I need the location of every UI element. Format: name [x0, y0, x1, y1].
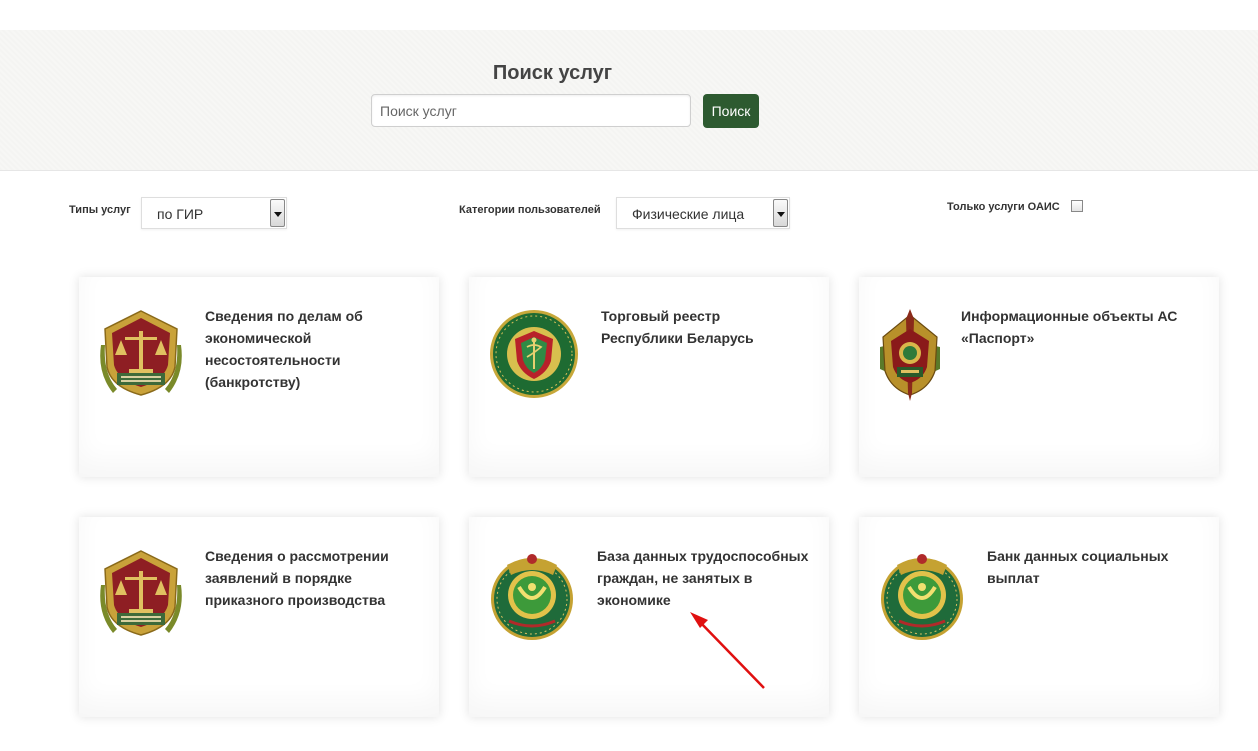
service-card[interactable]: Торговый реестр Республики Беларусь	[469, 277, 829, 477]
service-card-title: База данных трудоспособных граждан, не з…	[597, 548, 809, 608]
service-types-value: по ГИР	[157, 206, 204, 222]
search-input[interactable]	[371, 94, 691, 127]
service-types-select[interactable]: по ГИР	[141, 197, 287, 229]
oais-only-label: Только услуги ОАИС	[947, 201, 1060, 213]
search-section: Поиск услуг Поиск	[0, 30, 1258, 171]
ministry-labour-emblem-icon	[881, 554, 963, 640]
user-categories-label: Категории пользователей	[459, 204, 601, 216]
search-button[interactable]: Поиск	[703, 94, 759, 128]
service-card-title: Сведения о рассмотрении заявлений в поря…	[205, 548, 389, 608]
search-title: Поиск услуг	[492, 62, 613, 84]
service-card[interactable]: Сведения по делам об экономической несос…	[79, 277, 439, 477]
ministry-trade-emblem-icon	[490, 310, 578, 398]
service-card[interactable]: Информационные объекты АС «Паспорт»	[859, 277, 1219, 477]
mvd-emblem-icon	[880, 309, 940, 401]
service-card-title: Сведения по делам об экономической несос…	[205, 308, 363, 390]
supreme-court-emblem-icon	[100, 550, 182, 636]
service-card-title: Банк данных социальных выплат	[987, 548, 1169, 586]
user-categories-select[interactable]: Физические лица	[616, 197, 790, 229]
service-card[interactable]: Сведения о рассмотрении заявлений в поря…	[79, 517, 439, 717]
service-card[interactable]: Банк данных социальных выплат	[859, 517, 1219, 717]
service-card[interactable]: База данных трудоспособных граждан, не з…	[469, 517, 829, 717]
service-card-title: Торговый реестр Республики Беларусь	[601, 308, 754, 346]
oais-only-checkbox[interactable]	[1071, 200, 1083, 212]
service-types-label: Типы услуг	[69, 204, 131, 216]
service-card-title: Информационные объекты АС «Паспорт»	[961, 308, 1178, 346]
user-categories-value: Физические лица	[632, 206, 745, 222]
ministry-labour-emblem-icon	[491, 554, 573, 640]
chevron-down-icon[interactable]	[773, 199, 788, 227]
supreme-court-emblem-icon	[100, 310, 182, 396]
chevron-down-icon[interactable]	[270, 199, 285, 227]
